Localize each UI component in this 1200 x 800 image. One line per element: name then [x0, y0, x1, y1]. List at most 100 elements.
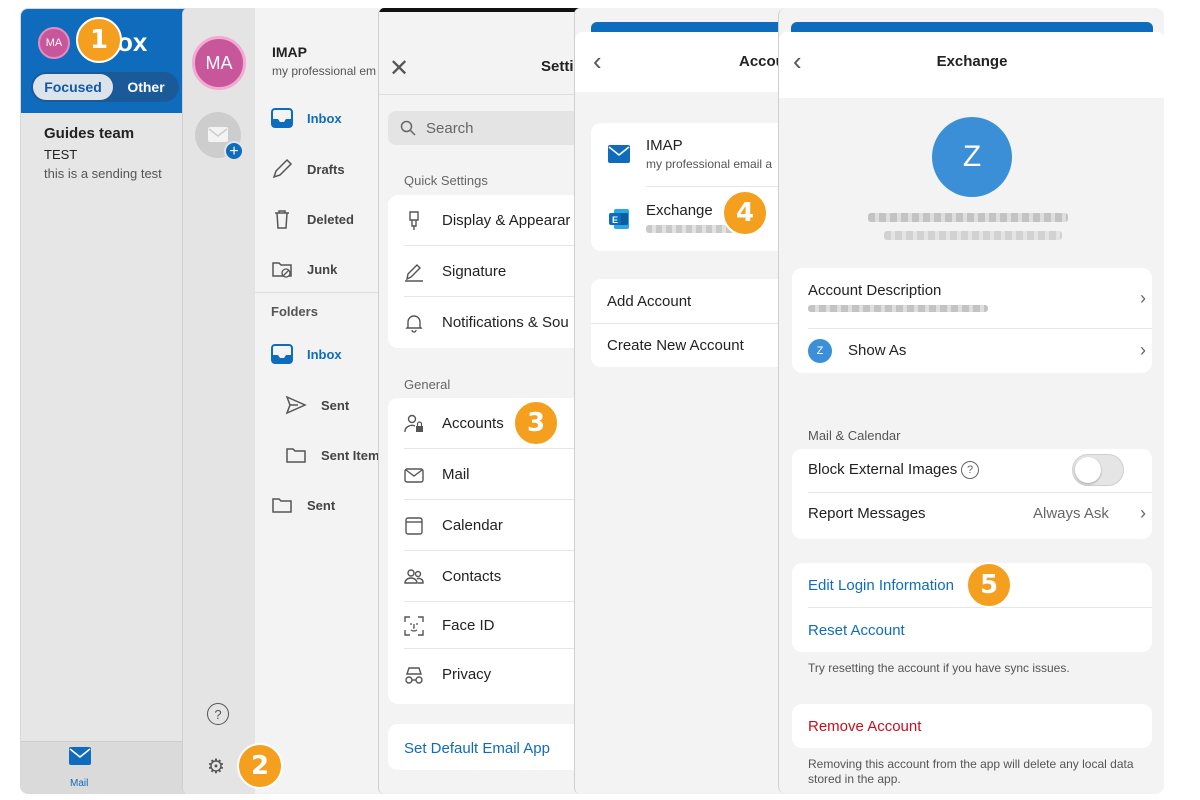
- folder-label: Junk: [307, 261, 338, 277]
- brush-icon: [409, 210, 419, 230]
- redacted-email: [884, 231, 1062, 240]
- account-description-label[interactable]: Account Description: [808, 282, 941, 299]
- account-avatar[interactable]: MA: [38, 27, 70, 59]
- help-icon[interactable]: ?: [207, 703, 229, 725]
- reset-account-button[interactable]: Reset Account: [808, 622, 905, 639]
- focused-other-switch: Focused Other: [31, 72, 179, 102]
- face-id-icon: [404, 615, 424, 636]
- folder-icon: [286, 448, 306, 463]
- svg-text:E: E: [612, 215, 618, 225]
- search-icon: [400, 120, 416, 136]
- remove-account-button[interactable]: Remove Account: [808, 718, 921, 735]
- bell-icon: [405, 314, 423, 333]
- chevron-right-icon[interactable]: ›: [1140, 503, 1146, 524]
- folder-label: Inbox: [307, 110, 342, 126]
- signature-icon: [405, 263, 423, 282]
- account-avatar: Z: [932, 117, 1012, 197]
- quick-settings-header: Quick Settings: [404, 173, 488, 188]
- step-badge-2: 2: [237, 743, 283, 789]
- report-messages-value[interactable]: Always Ask: [1033, 505, 1109, 522]
- chevron-right-icon[interactable]: ›: [1140, 288, 1146, 309]
- folder-sent-2[interactable]: Sent: [271, 494, 335, 516]
- folder-drawer: MA + ? ⚙ IMAP my professional em Inbox D…: [182, 8, 402, 794]
- set-default-email-app-link[interactable]: Set Default Email App: [404, 740, 550, 757]
- send-icon: [285, 395, 307, 415]
- account-name-exchange[interactable]: Exchange: [646, 202, 713, 219]
- back-icon[interactable]: ‹: [593, 46, 602, 77]
- exchange-account-panel: ‹ Exchange Z Account Description › Z Sho…: [778, 8, 1164, 794]
- folder-sent[interactable]: Sent: [285, 394, 349, 416]
- close-icon[interactable]: ✕: [389, 54, 409, 83]
- folder-label: Sent Item: [321, 447, 380, 463]
- step-badge-4: 4: [722, 190, 768, 236]
- imap-mail-icon: [608, 145, 630, 163]
- mail-calendar-header: Mail & Calendar: [808, 428, 901, 443]
- folder-sent-items[interactable]: Sent Item: [285, 444, 380, 466]
- redacted-email: [868, 213, 1068, 222]
- settings-row-label: Notifications & Sou: [442, 314, 569, 331]
- remove-account-note: Removing this account from the app will …: [808, 757, 1134, 786]
- redacted-description: [808, 305, 988, 312]
- folder-label: Sent: [321, 397, 350, 413]
- block-external-images-label: Block External Images: [808, 461, 958, 478]
- folder-label: Drafts: [307, 161, 345, 177]
- step-badge-3: 3: [513, 400, 559, 446]
- chevron-right-icon[interactable]: ›: [1140, 340, 1146, 361]
- junk-folder-icon: [272, 262, 292, 278]
- calendar-icon: [405, 516, 423, 535]
- contacts-icon: [404, 568, 424, 584]
- mail-tab-label[interactable]: Mail: [70, 778, 88, 789]
- folder-junk[interactable]: Junk: [271, 258, 337, 280]
- general-header: General: [404, 377, 451, 392]
- message-sender[interactable]: Guides team: [44, 125, 134, 142]
- settings-title: Setti: [541, 58, 574, 75]
- folder-drafts[interactable]: Drafts: [271, 158, 345, 180]
- account-name-imap[interactable]: IMAP: [646, 137, 683, 154]
- create-new-account-button[interactable]: Create New Account: [607, 337, 744, 354]
- toggle-knob: [1075, 457, 1101, 483]
- pencil-icon: [272, 158, 293, 179]
- mail-icon: [404, 467, 424, 483]
- settings-row-label: Contacts: [442, 568, 502, 585]
- mail-icon[interactable]: [69, 747, 91, 765]
- settings-row-label: Signature: [442, 263, 507, 280]
- help-icon[interactable]: ?: [961, 461, 979, 479]
- add-account-button[interactable]: Add Account: [607, 293, 691, 310]
- show-as-label[interactable]: Show As: [848, 342, 906, 359]
- add-account-button[interactable]: +: [195, 112, 244, 161]
- exchange-title: Exchange: [936, 53, 1008, 70]
- settings-row-label: Calendar: [442, 517, 503, 534]
- folder-deleted[interactable]: Deleted: [271, 208, 354, 230]
- inbox-icon: [271, 344, 293, 364]
- folder-inbox-2[interactable]: Inbox: [271, 344, 342, 364]
- trash-icon: [275, 210, 289, 229]
- account-avatar-large[interactable]: MA: [192, 36, 246, 90]
- divider: [808, 607, 1152, 608]
- exchange-icon: E: [609, 209, 629, 229]
- search-placeholder: Search: [426, 119, 474, 137]
- step-badge-1: 1: [76, 17, 122, 63]
- step-badge-5: 5: [966, 562, 1012, 608]
- settings-row-label: Privacy: [442, 666, 492, 683]
- edit-login-information-button[interactable]: Edit Login Information: [808, 577, 954, 594]
- tab-other[interactable]: Other: [115, 74, 177, 100]
- tab-focused[interactable]: Focused: [33, 74, 113, 100]
- accounts-panel: ‹ Accou IMAP my professional email a E E…: [574, 8, 806, 794]
- folder-icon: [272, 498, 292, 513]
- gear-icon[interactable]: ⚙: [207, 754, 225, 779]
- folder-label: Sent: [307, 497, 336, 513]
- divider: [808, 328, 1152, 329]
- message-preview: this is a sending test: [44, 166, 162, 181]
- message-subject: TEST: [44, 147, 78, 162]
- account-subtitle-imap: my professional email a: [646, 157, 773, 171]
- report-messages-label[interactable]: Report Messages: [808, 505, 926, 522]
- settings-row-label: Accounts: [442, 415, 504, 432]
- block-external-images-toggle[interactable]: [1072, 454, 1124, 486]
- settings-row-label: Display & Appearar: [442, 212, 571, 229]
- show-as-avatar: Z: [808, 339, 832, 363]
- redacted-email: [646, 225, 736, 233]
- folders-header: Folders: [271, 304, 318, 319]
- folder-inbox[interactable]: Inbox: [271, 108, 342, 128]
- settings-row-label: Face ID: [442, 617, 495, 634]
- account-lock-icon: [404, 414, 423, 432]
